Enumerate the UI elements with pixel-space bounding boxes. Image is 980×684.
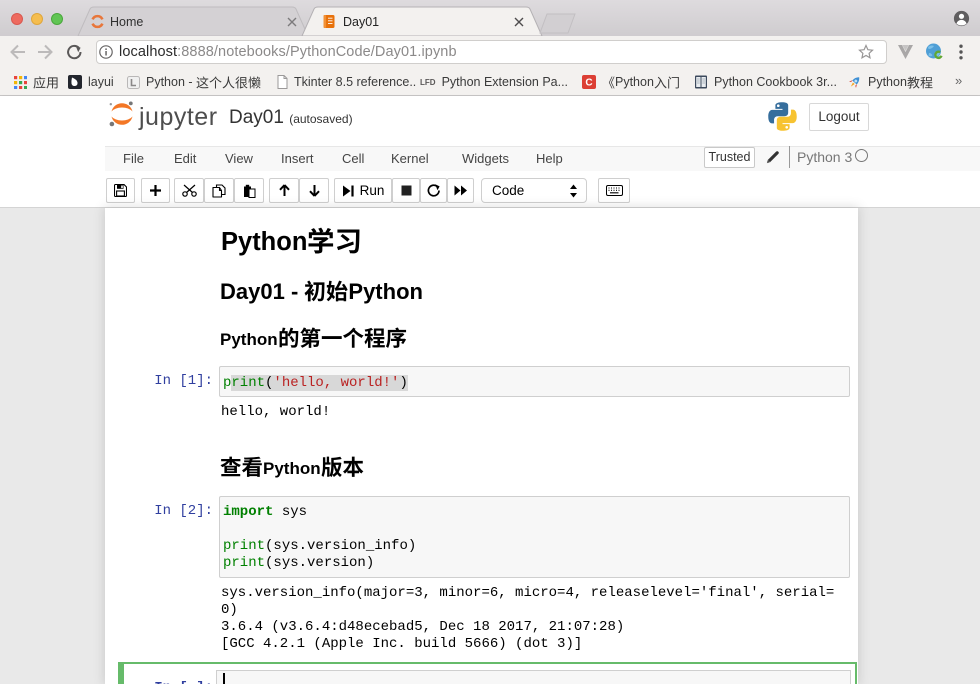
svg-text:C: C [585,78,592,89]
